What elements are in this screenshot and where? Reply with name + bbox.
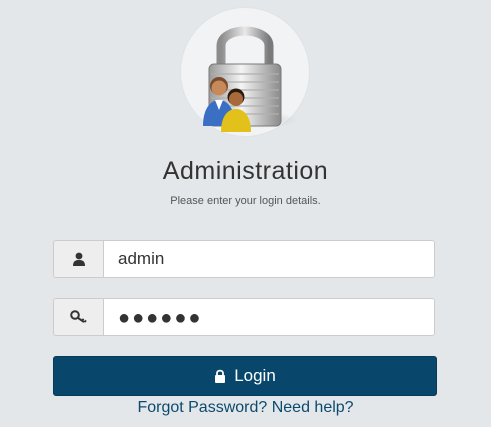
username-addon: [53, 240, 103, 278]
page-title: Administration: [162, 157, 329, 185]
padlock-users-icon: [203, 26, 299, 132]
username-input[interactable]: [103, 240, 435, 278]
username-field-group: [53, 240, 435, 278]
lock-icon: [215, 369, 226, 383]
key-icon: [69, 310, 87, 323]
login-page: Administration Please enter your login d…: [0, 0, 491, 427]
user-icon: [72, 252, 85, 266]
password-input[interactable]: ●●●●●●: [103, 298, 435, 336]
help-link[interactable]: Forgot Password? Need help?: [0, 399, 491, 417]
login-button[interactable]: Login: [53, 356, 437, 396]
page-subtitle: Please enter your login details.: [170, 195, 321, 207]
password-addon: [53, 298, 103, 336]
logo: [181, 8, 309, 136]
login-button-label: Login: [234, 366, 276, 385]
password-field-group: ●●●●●●: [53, 298, 435, 336]
